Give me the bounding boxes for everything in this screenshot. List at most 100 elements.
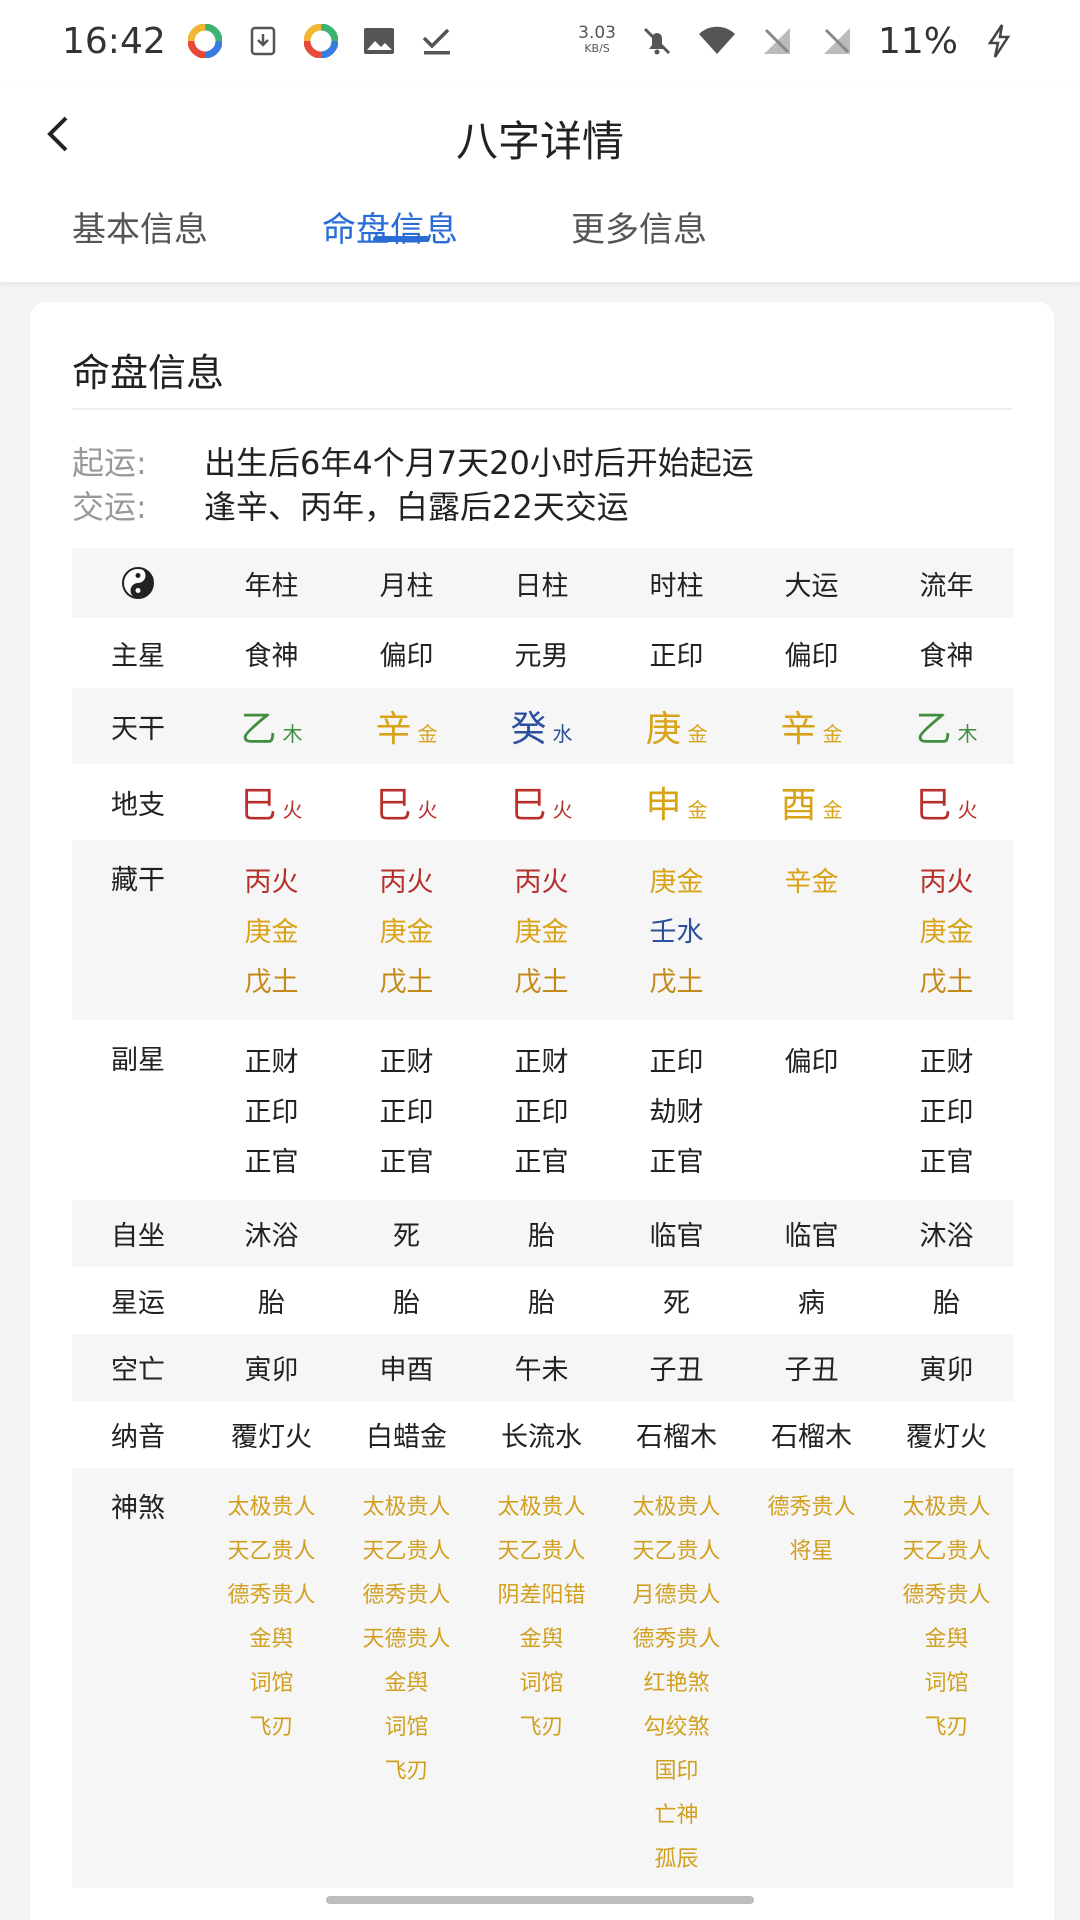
col-header: 大运 xyxy=(744,548,879,618)
stem-char: 乙 xyxy=(915,709,952,750)
hidden-stem: 丙火 xyxy=(514,867,569,898)
branch-char: 巳 xyxy=(510,785,547,826)
row-xingyun: 星运 胎 胎 胎 死 病 胎 xyxy=(72,1267,1014,1334)
shensha-item: 天乙贵人 xyxy=(632,1539,721,1564)
shensha-item: 阴差阳错 xyxy=(497,1583,586,1608)
hidden-stem: 辛金 xyxy=(784,867,839,898)
branch-char: 酉 xyxy=(780,785,817,826)
tiangan-cell: 庚金 xyxy=(609,688,744,764)
hidden-stem: 戊土 xyxy=(514,967,569,998)
shensha-item: 词馆 xyxy=(384,1715,429,1740)
row-label: 星运 xyxy=(111,1288,165,1319)
hidden-stem: 戊土 xyxy=(649,967,704,998)
shensha-item: 词馆 xyxy=(519,1671,564,1696)
dizhi-cell: 巳火 xyxy=(204,764,339,840)
fuxing-cell: 正印 劫财 正官 xyxy=(609,1020,744,1200)
shensha-cell: 太极贵人 天乙贵人 德秀贵人 天德贵人 金舆 词馆 飞刃 xyxy=(339,1468,474,1888)
element-tag: 木 xyxy=(282,722,303,746)
tiangan-cell: 癸水 xyxy=(474,688,609,764)
tab-chart-info[interactable]: 命盘信息 xyxy=(322,202,458,282)
row-label: 藏干 xyxy=(72,840,204,1020)
table-cell: 胎 xyxy=(393,1288,420,1319)
no-signal-icon xyxy=(758,22,796,60)
table-cell: 胎 xyxy=(258,1288,285,1319)
sub-star: 正官 xyxy=(514,1147,569,1178)
canggan-cell: 丙火 庚金 戊土 xyxy=(474,840,609,1020)
element-tag: 水 xyxy=(552,722,573,746)
shensha-item: 亡神 xyxy=(654,1803,699,1828)
row-shensha: 神煞 太极贵人 天乙贵人 德秀贵人 金舆 词馆 飞刃 太极贵人 天乙贵人 德秀贵… xyxy=(72,1468,1014,1888)
stem-char: 乙 xyxy=(240,709,277,750)
element-tag: 火 xyxy=(417,798,438,822)
row-label: 副星 xyxy=(111,1045,165,1076)
fuxing-cell: 正财 正印 正官 xyxy=(474,1020,609,1200)
table-cell: 正印 xyxy=(649,640,704,672)
dizhi-cell: 巳火 xyxy=(879,764,1014,840)
sub-star: 劫财 xyxy=(649,1097,704,1128)
element-tag: 金 xyxy=(687,722,708,746)
net-speed-unit: KB/S xyxy=(584,42,610,55)
sub-star: 正印 xyxy=(649,1047,704,1078)
shensha-item: 金舆 xyxy=(519,1627,564,1652)
home-indicator[interactable] xyxy=(326,1896,754,1904)
shensha-item: 天乙贵人 xyxy=(497,1539,586,1564)
shensha-item: 词馆 xyxy=(249,1671,294,1696)
jiaoyun-label: 交运: xyxy=(72,488,147,526)
element-tag: 金 xyxy=(687,798,708,822)
shensha-item: 将星 xyxy=(789,1539,834,1564)
shensha-item: 太极贵人 xyxy=(497,1495,586,1520)
qiyun-value: 出生后6年4个月7天20小时后开始起运 xyxy=(204,444,754,482)
row-label: 空亡 xyxy=(72,1334,204,1401)
download-icon xyxy=(244,22,282,60)
shensha-item: 金舆 xyxy=(384,1671,429,1696)
branch-char: 巳 xyxy=(375,785,412,826)
hidden-stem: 戊土 xyxy=(379,967,434,998)
row-label: 主星 xyxy=(111,640,165,672)
col-header: 月柱 xyxy=(339,548,474,618)
wifi-icon xyxy=(698,22,736,60)
tab-bar: 基本信息 命盘信息 更多信息 xyxy=(0,202,1080,282)
hidden-stem: 庚金 xyxy=(244,917,299,948)
app-colorful-icon xyxy=(186,22,224,60)
row-label: 地支 xyxy=(111,789,165,821)
table-cell: 临官 xyxy=(609,1200,744,1267)
tab-more-info[interactable]: 更多信息 xyxy=(571,202,707,282)
stem-char: 癸 xyxy=(510,709,547,750)
sub-star: 正印 xyxy=(919,1097,974,1128)
table-cell: 长流水 xyxy=(501,1422,582,1453)
dizhi-cell: 申金 xyxy=(609,764,744,840)
card-divider xyxy=(72,408,1012,410)
qiyun-row: 起运: 出生后6年4个月7天20小时后开始起运 xyxy=(72,438,754,484)
shensha-item: 德秀贵人 xyxy=(362,1583,451,1608)
table-cell: 偏印 xyxy=(379,640,434,672)
shensha-item: 飞刃 xyxy=(924,1715,969,1740)
shensha-item: 词馆 xyxy=(924,1671,969,1696)
app-header: 八字详情 基本信息 命盘信息 更多信息 xyxy=(0,82,1080,282)
branch-char: 巳 xyxy=(915,785,952,826)
sub-star: 正印 xyxy=(244,1097,299,1128)
shensha-cell: 德秀贵人 将星 xyxy=(744,1468,879,1888)
table-cell: 沐浴 xyxy=(204,1200,339,1267)
tab-basic-info[interactable]: 基本信息 xyxy=(72,202,208,282)
table-cell: 子丑 xyxy=(609,1334,744,1401)
hidden-stem: 丙火 xyxy=(379,867,434,898)
status-time: 16:42 xyxy=(62,20,166,62)
table-cell: 死 xyxy=(663,1288,690,1319)
charging-bolt-icon xyxy=(980,22,1018,60)
app-colorful-icon-2 xyxy=(302,22,340,60)
shensha-cell: 太极贵人 天乙贵人 德秀贵人 金舆 词馆 飞刃 xyxy=(879,1468,1014,1888)
fuxing-cell: 偏印 xyxy=(744,1020,879,1200)
row-label: 神煞 xyxy=(72,1468,204,1888)
table-cell: 胎 xyxy=(933,1288,960,1319)
table-cell: 覆灯火 xyxy=(231,1422,312,1453)
shensha-item: 天德贵人 xyxy=(362,1627,451,1652)
element-tag: 火 xyxy=(282,798,303,822)
status-bar: 16:42 3.03 KB/S 11% xyxy=(0,0,1080,82)
shensha-item: 国印 xyxy=(654,1759,699,1784)
net-speed: 3.03 KB/S xyxy=(578,25,616,57)
col-header: 时柱 xyxy=(609,548,744,618)
col-header: 日柱 xyxy=(474,548,609,618)
shensha-cell: 太极贵人 天乙贵人 阴差阳错 金舆 词馆 飞刃 xyxy=(474,1468,609,1888)
table-cell: 覆灯火 xyxy=(906,1422,987,1453)
table-cell: 临官 xyxy=(744,1200,879,1267)
